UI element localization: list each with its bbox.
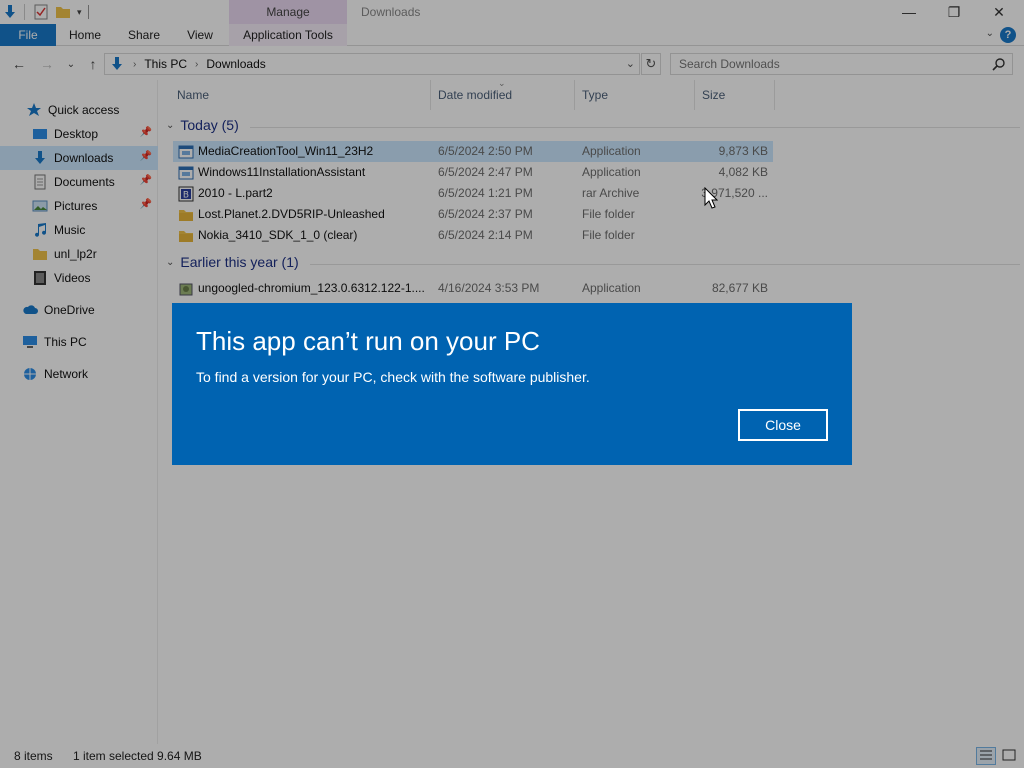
dialog-title: This app can’t run on your PC bbox=[196, 326, 540, 356]
app-cant-run-dialog: This app can’t run on your PC To find a … bbox=[172, 303, 852, 465]
close-button[interactable]: Close bbox=[738, 409, 828, 441]
mouse-cursor-icon bbox=[704, 186, 719, 212]
dialog-message: To find a version for your PC, check wit… bbox=[196, 369, 590, 385]
